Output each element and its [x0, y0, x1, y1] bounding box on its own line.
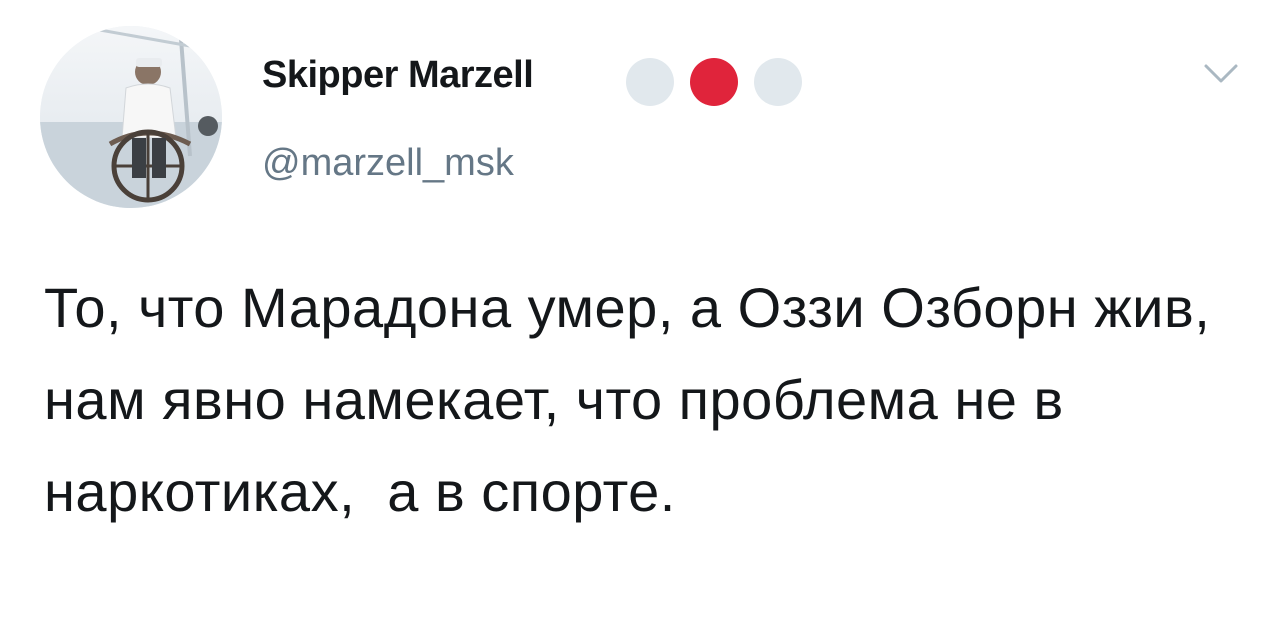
white-circle-icon	[754, 58, 802, 106]
caret-glyph	[1204, 64, 1238, 83]
name-emoji-badges	[626, 58, 810, 106]
avatar-photo-icon	[40, 26, 222, 208]
white-circle-icon	[626, 58, 674, 106]
user-handle[interactable]: @marzell_msk	[262, 140, 514, 186]
chevron-down-icon[interactable]	[1203, 62, 1239, 86]
red-circle-icon	[690, 58, 738, 106]
tweet-text: То, что Марадона умер, а Оззи Озборн жив…	[44, 276, 1227, 523]
user-avatar[interactable]	[40, 26, 222, 208]
display-name[interactable]: Skipper Marzell	[262, 52, 534, 98]
tweet-card: Skipper Marzell @marzell_msk То, что Мар…	[0, 0, 1280, 643]
